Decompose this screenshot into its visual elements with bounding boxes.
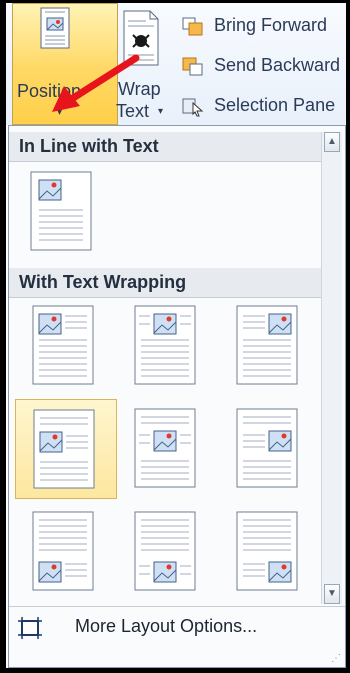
frame-border-bottom: [0, 668, 350, 673]
menu-divider: [9, 606, 345, 607]
position-inline-option[interactable]: [29, 168, 93, 254]
position-dropdown-panel: In Line with Text With Text Wrapping ▲ ▼…: [8, 125, 346, 668]
gallery-scrollbar[interactable]: ▲ ▼: [321, 132, 342, 604]
selection-pane-icon: [182, 98, 204, 117]
inline-with-text-header: In Line with Text: [9, 132, 321, 162]
layout-middle-center-icon: [134, 408, 196, 488]
layout-top-center-icon: [134, 305, 196, 385]
frame-border-right: [346, 0, 350, 673]
bring-forward-label: Bring Forward: [214, 15, 328, 35]
layout-bottom-left-icon: [32, 511, 94, 591]
frame-border-left: [0, 0, 6, 673]
wrap-dropdown-caret: ▾: [158, 106, 164, 117]
layout-bottom-center-icon: [134, 511, 196, 591]
layout-top-left-icon: [32, 305, 94, 385]
send-backward-label: Send Backward: [214, 55, 341, 75]
layout-middle-right-icon: [236, 408, 298, 488]
position-middle-left-option[interactable]: [15, 399, 117, 499]
position-top-center-option[interactable]: [133, 302, 197, 388]
more-layout-options-label: More Layout Options...: [75, 616, 258, 636]
position-top-left-option[interactable]: [31, 302, 95, 388]
scroll-down-button[interactable]: ▼: [324, 584, 340, 604]
layout-middle-left-icon: [33, 409, 95, 489]
bring-forward-button[interactable]: Bring Forward: [182, 11, 350, 41]
resize-grip-icon[interactable]: ⋰: [331, 653, 341, 664]
more-layout-options-item[interactable]: More Layout Options...: [9, 608, 345, 648]
position-menu-screenshot: Position ▾ Wrap Text ▾ Bring Forward Sen…: [0, 0, 350, 673]
layout-options-icon: [18, 617, 42, 639]
position-middle-center-option[interactable]: [133, 405, 197, 491]
layout-bottom-right-icon: [236, 511, 298, 591]
scroll-up-button[interactable]: ▲: [324, 132, 340, 152]
position-top-right-option[interactable]: [235, 302, 299, 388]
frame-border-top: [0, 0, 350, 3]
with-text-wrapping-header: With Text Wrapping: [9, 268, 321, 298]
position-middle-right-option[interactable]: [235, 405, 299, 491]
red-arrow-annotation: [52, 54, 140, 112]
position-bottom-left-option[interactable]: [31, 508, 95, 594]
position-bottom-right-option[interactable]: [235, 508, 299, 594]
send-backward-button[interactable]: Send Backward: [182, 51, 350, 81]
selection-pane-label: Selection Pane: [214, 95, 336, 115]
bring-forward-icon: [182, 17, 203, 36]
selection-pane-button[interactable]: Selection Pane: [182, 91, 350, 121]
position-bottom-center-option[interactable]: [133, 508, 197, 594]
send-backward-icon: [182, 57, 203, 76]
layout-top-right-icon: [236, 305, 298, 385]
layout-inline-icon: [30, 171, 92, 251]
